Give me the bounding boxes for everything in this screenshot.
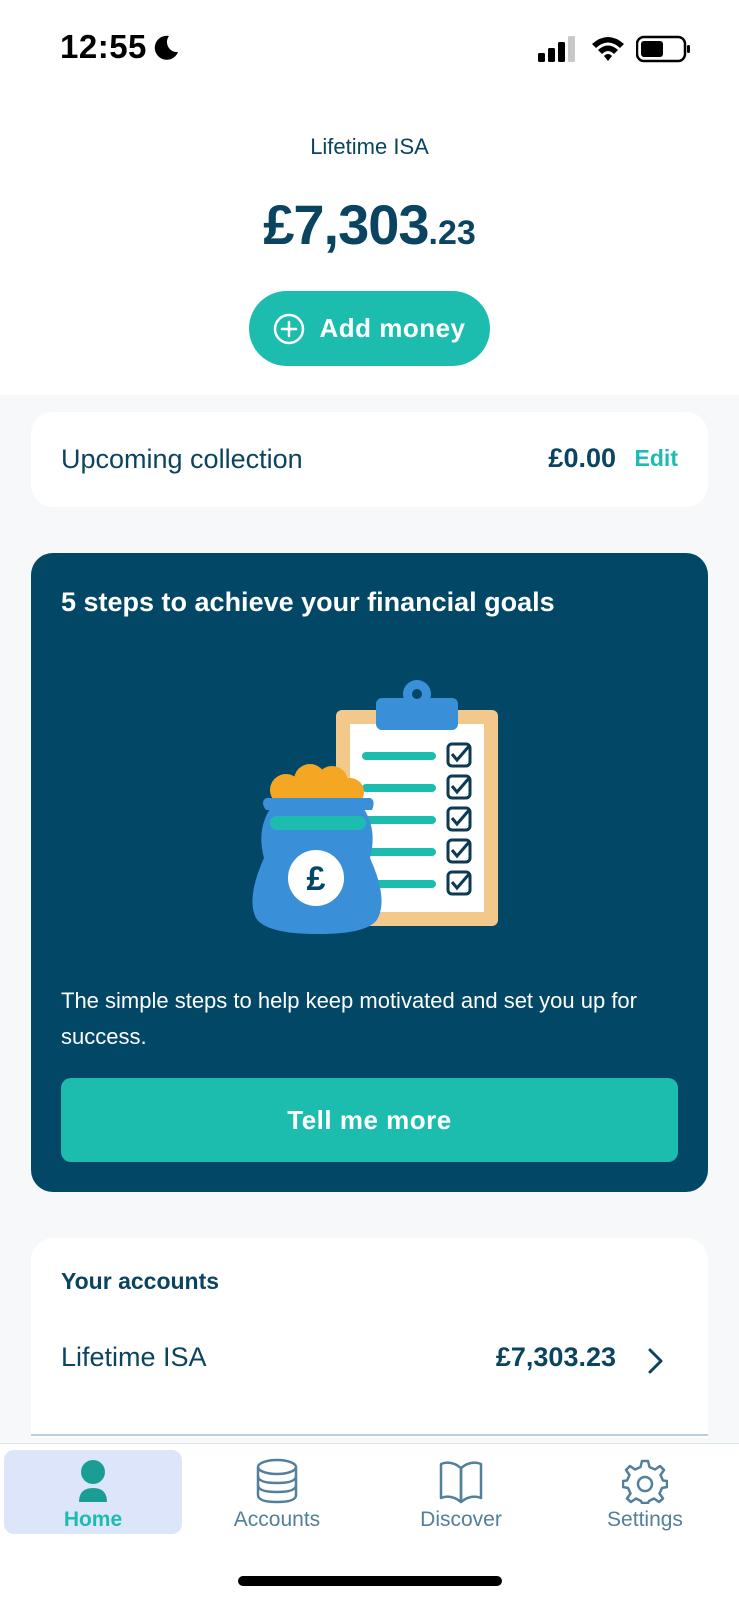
screen: 12:55 Lifetime ISA £7,303.23 Add money U… [0,0,739,1600]
add-money-label: Add money [319,313,466,343]
accounts-heading: Your accounts [61,1268,220,1294]
add-money-button[interactable]: Add money [249,291,490,366]
plus-circle-icon [274,313,305,344]
account-row-lifetime-isa[interactable]: Lifetime ISA £7,303.23 [31,1330,708,1390]
accounts-divider [31,1434,708,1436]
status-time: 12:55 [60,28,147,65]
collection-amount: £0.00 [548,443,616,473]
money-bag-checklist-illustration: £ [252,680,498,934]
nav-settings[interactable]: Settings [556,1450,734,1534]
your-accounts-card: Your accounts Lifetime ISA £7,303.23 [31,1238,708,1438]
upcoming-collection-card: Upcoming collection £0.00 Edit [31,412,708,507]
promo-description: The simple steps to help keep motivated … [61,988,637,1049]
chevron-right-icon [648,1348,663,1374]
edit-collection-link[interactable]: Edit [635,445,678,472]
gear-icon [622,1459,668,1504]
balance-minor: .23 [428,214,476,252]
signal-icon [538,36,575,62]
balance-major: £7,303 [263,193,429,256]
tell-me-more-button[interactable]: Tell me more [61,1078,678,1162]
nav-discover-label: Discover [420,1508,502,1531]
moon-icon [154,35,178,60]
wifi-icon [592,37,624,61]
battery-icon [636,35,690,63]
status-bar: 12:55 [0,0,739,96]
balance-amount: £7,303.23 [0,192,739,257]
promo-title: 5 steps to achieve your financial goals [61,587,555,617]
account-row-amount: £7,303.23 [495,1342,616,1372]
collection-label: Upcoming collection [61,444,303,474]
home-indicator [238,1576,502,1586]
nav-accounts-label: Accounts [233,1508,321,1531]
account-row-name: Lifetime ISA [61,1342,207,1372]
svg-text:£: £ [307,860,326,898]
nav-settings-label: Settings [607,1508,683,1531]
nav-accounts[interactable]: Accounts [188,1450,366,1534]
book-icon [439,1461,483,1504]
nav-home[interactable]: Home [4,1450,182,1534]
account-name: Lifetime ISA [310,134,429,159]
database-icon [256,1458,298,1504]
financial-goals-promo-card: 5 steps to achieve your financial goals [31,553,708,1192]
nav-home-label: Home [63,1508,123,1531]
nav-discover[interactable]: Discover [372,1450,550,1534]
person-icon [79,1460,107,1502]
